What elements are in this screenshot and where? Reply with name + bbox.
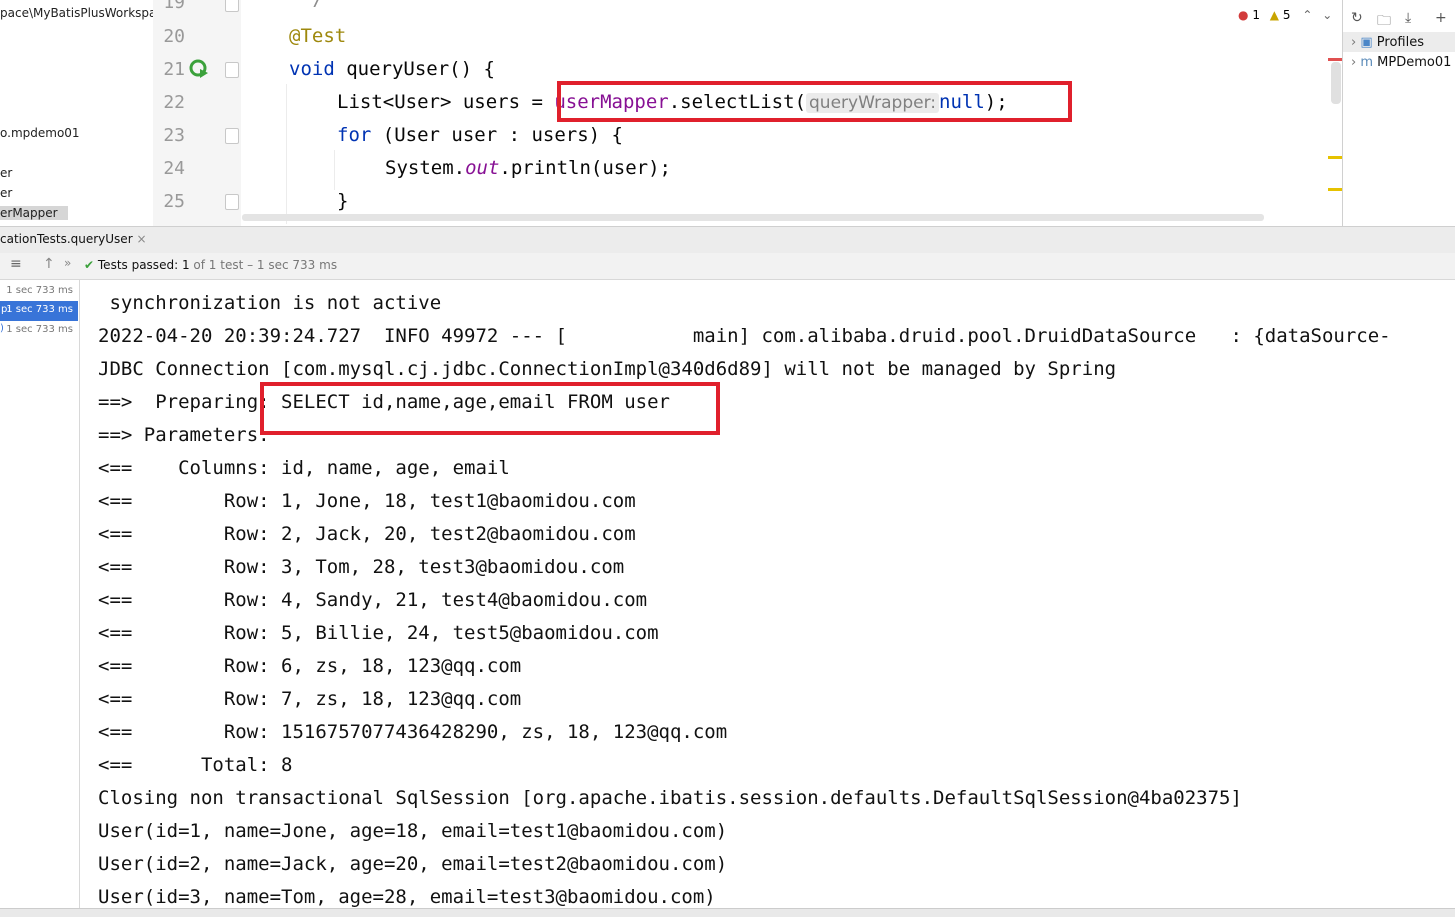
- method-signature: queryUser() {: [334, 58, 495, 80]
- tree-item-mapper[interactable]: erMapper: [0, 206, 68, 220]
- status-label: Tests passed:: [97, 258, 179, 272]
- console-line: <== Columns: id, name, age, email: [98, 457, 510, 479]
- error-icon: ●: [1238, 8, 1249, 22]
- code-line-24: System.out.println(user);: [385, 157, 671, 179]
- console-line: JDBC Connection [com.mysql.cj.jdbc.Conne…: [98, 358, 1117, 380]
- fold-marker-icon[interactable]: [225, 194, 239, 210]
- code-line-21: void queryUser() {: [289, 58, 495, 80]
- run-tab-bar: cationTests.queryUser ×: [0, 226, 1455, 254]
- console-line: <== Row: 2, Jack, 20, test2@baomidou.com: [98, 523, 636, 545]
- chevron-right-icon: ›: [1351, 55, 1357, 70]
- arrow-up-icon[interactable]: ↑: [43, 256, 55, 272]
- maven-item-label: Profiles: [1376, 35, 1424, 50]
- code-segment: .println(user);: [499, 157, 671, 179]
- chevron-right-icon: ›: [1351, 35, 1357, 50]
- test-duration: 1 sec 733 ms: [6, 324, 73, 335]
- code-line-25: }: [337, 190, 349, 212]
- fold-marker-icon[interactable]: [225, 128, 239, 144]
- console-line: <== Row: 6, zs, 18, 123@qq.com: [98, 655, 522, 677]
- inspection-widget[interactable]: ● 1 ▲ 5 ⌃ ⌄: [1238, 8, 1338, 28]
- warning-marker[interactable]: [1328, 156, 1342, 159]
- maven-panel: ↻ 🗀 ⤓ + › ▣ Profiles › m MPDemo01: [1342, 0, 1455, 226]
- test-duration: 1 sec 733 ms: [6, 304, 73, 315]
- tree-item-package[interactable]: o.mpdemo01: [0, 126, 80, 140]
- chevron-down-icon[interactable]: ⌄: [1322, 8, 1332, 22]
- code-line-23: for (User user : users) {: [337, 124, 623, 146]
- test-tree: 1 sec 733 ms p: 1 sec 733 ms ) 1 sec 733…: [0, 280, 80, 916]
- profiles-icon: ▣: [1360, 35, 1373, 50]
- line-number: 19: [163, 0, 185, 13]
- maven-project-icon: m: [1360, 55, 1374, 70]
- code-segment: System.: [385, 157, 466, 179]
- error-marker[interactable]: [1328, 58, 1342, 61]
- console-line: <== Total: 8: [98, 754, 293, 776]
- check-icon: ✔: [84, 258, 95, 272]
- console-line: <== Row: 5, Billie, 24, test5@baomidou.c…: [98, 622, 659, 644]
- warning-icon: ▲: [1269, 8, 1280, 22]
- console-line: <== Row: 3, Tom, 28, test3@baomidou.com: [98, 556, 625, 578]
- status-detail: of 1 test – 1 sec 733 ms: [193, 258, 338, 272]
- code-line-19: */: [301, 0, 324, 10]
- warning-marker[interactable]: [1328, 188, 1342, 191]
- run-tab[interactable]: cationTests.queryUser ×: [0, 232, 147, 246]
- line-number: 23: [163, 125, 185, 146]
- error-count: 1: [1252, 8, 1260, 22]
- console-line: User(id=1, name=Jone, age=18, email=test…: [98, 820, 728, 842]
- run-test-icon[interactable]: [189, 59, 209, 79]
- tree-item-class[interactable]: er: [0, 166, 12, 180]
- run-toolbar: ≡ ↑ » ✔ Tests passed: 1 of 1 test – 1 se…: [0, 253, 1455, 280]
- run-tab-label: cationTests.queryUser: [0, 232, 133, 246]
- code-line-20: @Test: [289, 25, 347, 47]
- code-segment: List<User> users =: [337, 91, 555, 113]
- console-line: synchronization is not active: [98, 292, 442, 314]
- vertical-scrollbar[interactable]: [1331, 62, 1341, 104]
- line-number: 24: [163, 158, 185, 179]
- fold-marker-icon[interactable]: [225, 0, 239, 12]
- warning-count: 5: [1282, 8, 1291, 22]
- reload-icon[interactable]: ↻: [1351, 10, 1363, 26]
- maven-item-label: MPDemo01: [1377, 55, 1452, 70]
- editor-gutter: 19 20 21 22 23 24 25: [153, 0, 242, 226]
- close-icon[interactable]: ×: [136, 232, 146, 246]
- project-tree: pace\MyBatisPlusWorkspa o.mpdemo01 er er…: [0, 0, 153, 226]
- download-icon[interactable]: ⤓: [1405, 10, 1411, 26]
- chevron-up-icon[interactable]: ⌃: [1302, 8, 1312, 22]
- static-field: out: [465, 157, 500, 179]
- line-number: 22: [163, 92, 185, 113]
- console-output[interactable]: synchronization is not active 2022-04-20…: [80, 280, 1455, 908]
- console-line: <== Row: 1, Jone, 18, test1@baomidou.com: [98, 490, 636, 512]
- line-number: 21: [163, 59, 185, 80]
- console-line: Closing non transactional SqlSession [or…: [98, 787, 1242, 809]
- keyword: void: [289, 58, 335, 80]
- console-line: <== Row: 4, Sandy, 21, test4@baomidou.co…: [98, 589, 648, 611]
- console-line: User(id=2, name=Jack, age=20, email=test…: [98, 853, 728, 875]
- console-line: <== Row: 7, zs, 18, 123@qq.com: [98, 688, 522, 710]
- status-count: 1: [181, 258, 190, 272]
- tree-item-class[interactable]: er: [0, 186, 12, 200]
- maven-item-project[interactable]: › m MPDemo01: [1351, 55, 1451, 70]
- line-number: 20: [163, 26, 185, 47]
- highlight-box-selectlist: [557, 81, 1072, 122]
- horizontal-scrollbar[interactable]: [242, 214, 1264, 221]
- console-line: 2022-04-20 20:39:24.727 INFO 49972 --- […: [98, 325, 1391, 347]
- console-line: <== Row: 1516757077436428290, zs, 18, 12…: [98, 721, 728, 743]
- indent-guide: [334, 150, 335, 190]
- console-line: User(id=3, name=Tom, age=28, email=test3…: [98, 886, 716, 908]
- test-pass-icon: ): [0, 323, 4, 334]
- console-line: ==> Parameters:: [98, 424, 282, 446]
- test-duration: 1 sec 733 ms: [6, 285, 73, 296]
- test-status: ✔ Tests passed: 1 of 1 test – 1 sec 733 …: [84, 258, 337, 272]
- tree-item-workspace[interactable]: pace\MyBatisPlusWorkspa: [0, 6, 153, 20]
- collapse-all-icon[interactable]: ≡: [10, 256, 22, 272]
- fold-marker-icon[interactable]: [225, 62, 239, 78]
- highlight-box-sql: [260, 382, 720, 435]
- indent-guide: [286, 84, 287, 224]
- keyword: for: [337, 124, 372, 146]
- add-icon[interactable]: +: [1435, 10, 1447, 26]
- line-number: 25: [163, 191, 185, 212]
- maven-item-profiles[interactable]: › ▣ Profiles: [1351, 35, 1424, 50]
- more-icon[interactable]: »: [64, 256, 71, 270]
- code-segment: (User user : users) {: [371, 124, 623, 146]
- folder-icon[interactable]: 🗀: [1377, 10, 1391, 34]
